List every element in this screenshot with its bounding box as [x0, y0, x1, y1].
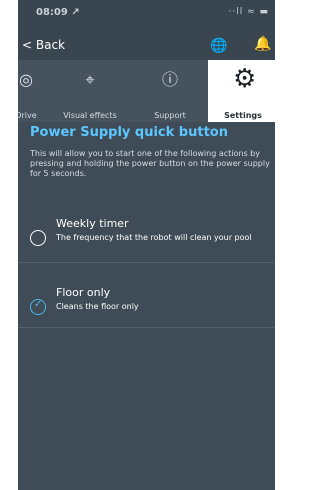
page-description: This will allow you to start one of the …	[30, 149, 270, 178]
visual-effects-icon: ⌖	[85, 70, 95, 89]
option-title: Floor only	[56, 286, 111, 299]
page-title: Power Supply quick button	[30, 125, 228, 140]
option-subtitle: The frequency that the robot will clean …	[56, 233, 252, 242]
tab-settings-label: Settings	[224, 111, 262, 120]
tab-settings[interactable]: ⚙ Settings	[208, 60, 275, 122]
status-indicators: ··ll ≈ ▬	[228, 7, 269, 17]
status-time: 08:09 ↗	[36, 7, 80, 18]
tab-support[interactable]: ⓘ Support	[140, 60, 200, 122]
option-subtitle: Cleans the floor only	[56, 302, 139, 311]
tab-support-label: Support	[154, 111, 186, 120]
divider	[18, 262, 275, 263]
divider	[18, 327, 275, 328]
info-icon: ⓘ	[161, 70, 178, 89]
bell-icon[interactable]: 🔔	[254, 36, 271, 52]
back-button[interactable]: < Back	[22, 38, 65, 52]
gear-icon: ⚙	[233, 64, 257, 94]
nav-bar: < Back 🌐 🔔	[18, 32, 275, 60]
tab-drive-label: Drive	[18, 111, 37, 120]
globe-icon[interactable]: 🌐	[210, 38, 227, 54]
tab-bar: ◎ Drive ⌖ Visual effects ⓘ Support ⚙ Set…	[18, 60, 275, 122]
option-title: Weekly timer	[56, 217, 129, 230]
radio-button-checked[interactable]	[30, 299, 46, 315]
tab-visual-effects[interactable]: ⌖ Visual effects	[56, 60, 124, 122]
tab-drive[interactable]: ◎ Drive	[18, 60, 48, 122]
app-screen: 08:09 ↗ ··ll ≈ ▬ < Back 🌐 🔔 ◎ Drive ⌖ Vi…	[18, 0, 275, 490]
radio-button[interactable]	[30, 230, 46, 246]
settings-panel: Power Supply quick button This will allo…	[18, 122, 275, 490]
status-bar: 08:09 ↗ ··ll ≈ ▬	[18, 0, 275, 32]
tab-visual-effects-label: Visual effects	[63, 111, 117, 120]
drive-icon: ◎	[19, 70, 33, 89]
